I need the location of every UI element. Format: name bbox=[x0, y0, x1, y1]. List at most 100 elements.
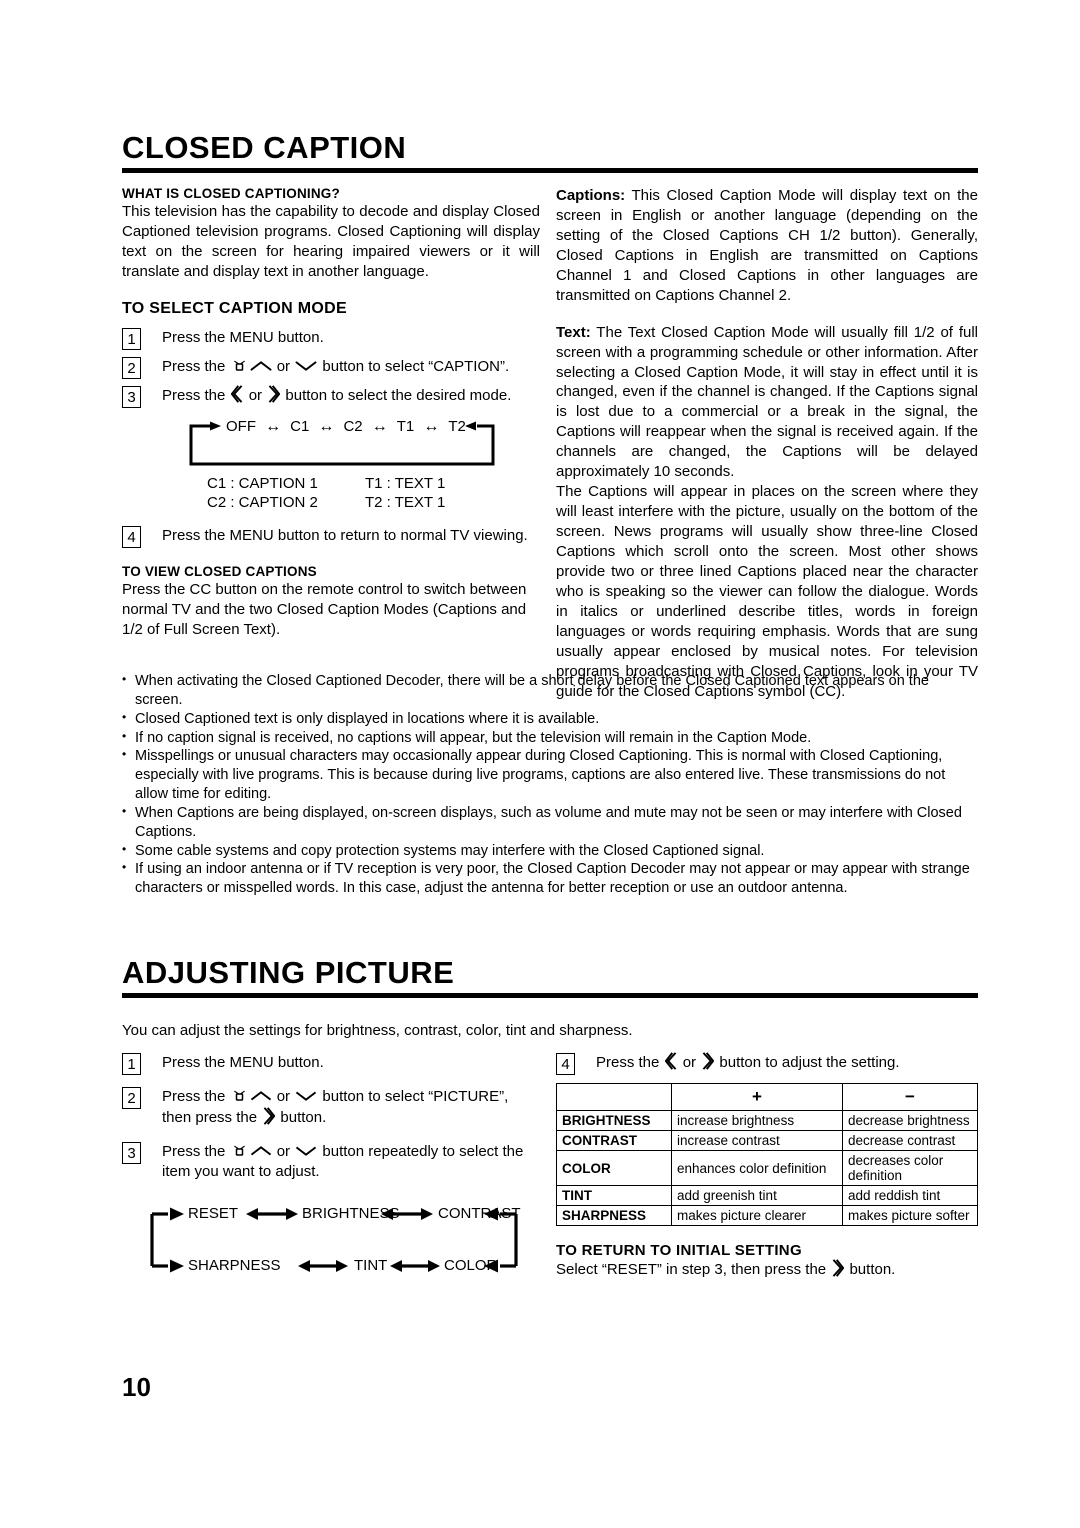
step-2-select-mode: 2 Press the or button to select “CAPTION… bbox=[122, 357, 540, 379]
step-4-select-mode: 4 Press the MENU button to return to nor… bbox=[122, 525, 540, 548]
table-cell-plus: increase brightness bbox=[671, 1110, 843, 1132]
table-row-label: BRIGHTNESS bbox=[556, 1110, 672, 1132]
step-text-mid: or bbox=[272, 1142, 295, 1160]
table-header-minus: − bbox=[842, 1083, 978, 1112]
chevron-right-icon bbox=[831, 1258, 845, 1278]
step-text-after: button repeatedly to select the bbox=[318, 1142, 524, 1160]
table-cell-plus: add greenish tint bbox=[671, 1185, 843, 1207]
chevron-left-icon bbox=[230, 384, 244, 404]
step-2-adjust: 2 Press the or button to select “PICTURE… bbox=[122, 1087, 540, 1128]
table-header-plus: + bbox=[671, 1083, 843, 1112]
tv-icon bbox=[232, 1088, 247, 1103]
what-is-cc-heading: WHAT IS CLOSED CAPTIONING? bbox=[122, 186, 340, 201]
step-text-after: button to select the desired mode. bbox=[281, 387, 512, 405]
list-item: When Captions are being displayed, on-sc… bbox=[122, 804, 978, 842]
list-item: If no caption signal is received, no cap… bbox=[122, 729, 978, 748]
table-row: COLOR enhances color definition decrease… bbox=[556, 1150, 978, 1187]
select-caption-mode-heading: TO SELECT CAPTION MODE bbox=[122, 299, 347, 317]
legend-row: C2 : CAPTION 2 T2 : TEXT 1 bbox=[207, 493, 540, 512]
table-cell-minus: add reddish tint bbox=[842, 1185, 978, 1207]
flow-label-reset: RESET bbox=[188, 1205, 239, 1223]
view-cc-body: Press the CC button on the remote contro… bbox=[122, 581, 527, 638]
reset-text-after: button. bbox=[845, 1261, 896, 1279]
list-item: Misspellings or unusual characters may o… bbox=[122, 747, 978, 804]
adjusting-picture-left-column: 1 Press the MENU button. 2 Press the or … bbox=[122, 1053, 540, 1280]
step-1-adjust: 1 Press the MENU button. bbox=[122, 1053, 540, 1075]
table-row: BRIGHTNESS increase brightness decrease … bbox=[556, 1110, 978, 1132]
step-line2-before: then press the bbox=[162, 1108, 262, 1126]
flow-item-t1: T1 bbox=[396, 418, 415, 435]
step-text: Press the MENU button. bbox=[162, 328, 324, 346]
page-title-closed-caption: CLOSED CAPTION bbox=[122, 130, 407, 165]
step-text-before: Press the bbox=[162, 358, 230, 375]
title-rule bbox=[122, 167, 978, 173]
chevron-down-icon bbox=[295, 1144, 317, 1158]
return-initial-setting-body: Select “RESET” in step 3, then press the… bbox=[556, 1258, 978, 1279]
manual-page: CLOSED CAPTION WHAT IS CLOSED CAPTIONING… bbox=[0, 0, 1080, 1528]
table-row: CONTRAST increase contrast decrease cont… bbox=[556, 1130, 978, 1152]
step-text: Press the MENU button. bbox=[162, 1054, 324, 1071]
tv-icon bbox=[232, 1143, 247, 1158]
return-initial-setting-heading: TO RETURN TO INITIAL SETTING bbox=[556, 1242, 802, 1260]
picture-item-flow-diagram: RESET BRIGHTNESS CONTRAST SHARPNESS TINT… bbox=[144, 1196, 524, 1280]
reset-text-before: Select “RESET” in step 3, then press the bbox=[556, 1261, 831, 1279]
table-row-label: COLOR bbox=[556, 1150, 672, 1187]
step-line2: item you want to adjust. bbox=[162, 1163, 320, 1180]
table-cell-plus: enhances color definition bbox=[671, 1150, 843, 1187]
step-number: 2 bbox=[122, 357, 141, 379]
flow-item-t2: T2 bbox=[448, 418, 466, 435]
adjusting-picture-intro: You can adjust the settings for brightne… bbox=[122, 1022, 633, 1039]
table-corner-cell bbox=[556, 1083, 672, 1112]
flow-label-brightness: BRIGHTNESS bbox=[302, 1205, 400, 1223]
chevron-right-icon bbox=[262, 1106, 276, 1126]
chevron-up-icon bbox=[250, 359, 272, 373]
flow-label-sharpness: SHARPNESS bbox=[188, 1257, 281, 1275]
chevron-down-icon bbox=[295, 359, 317, 373]
flow-label-color: COLOR bbox=[444, 1257, 498, 1275]
legend-c1: C1 : CAPTION 1 bbox=[207, 474, 318, 492]
step-1-select-mode: 1 Press the MENU button. bbox=[122, 327, 540, 350]
tv-icon bbox=[232, 358, 247, 373]
chevron-down-icon bbox=[295, 1089, 317, 1103]
table-cell-plus: increase contrast bbox=[671, 1130, 843, 1152]
step-text-mid: or bbox=[678, 1054, 701, 1071]
flow-arrow: ↔ bbox=[265, 417, 282, 435]
page-title-adjusting-picture: ADJUSTING PICTURE bbox=[122, 955, 455, 990]
step-text: Press the MENU button to return to norma… bbox=[162, 526, 528, 544]
legend-t1: T1 : TEXT 1 bbox=[365, 474, 446, 492]
text-label: Text: bbox=[556, 323, 591, 341]
legend-t2: T2 : TEXT 1 bbox=[365, 493, 446, 511]
flow-arrow: ↔ bbox=[371, 417, 388, 435]
step-text-after: button to adjust the setting. bbox=[715, 1054, 900, 1071]
step-text-mid: or bbox=[272, 1088, 295, 1106]
captions-label: Captions: bbox=[556, 187, 626, 204]
step-3-adjust: 3 Press the or button repeatedly to sele… bbox=[122, 1141, 540, 1183]
chevron-left-icon bbox=[664, 1051, 678, 1071]
table-cell-minus: decrease contrast bbox=[842, 1130, 978, 1152]
table-row-label: CONTRAST bbox=[556, 1130, 672, 1152]
step-4-adjust: 4 Press the or button to adjust the sett… bbox=[556, 1051, 978, 1075]
flow-arrow: ↔ bbox=[318, 417, 335, 435]
step-text-before: Press the bbox=[162, 1088, 230, 1106]
text-paragraph: Text: The Text Closed Caption Mode will … bbox=[556, 323, 978, 483]
step-text-mid: or bbox=[272, 358, 295, 375]
list-item: Some cable systems and copy protection s… bbox=[122, 842, 978, 861]
step-number: 1 bbox=[122, 1053, 141, 1075]
flow-label-contrast: CONTRAST bbox=[438, 1205, 521, 1223]
chevron-right-icon bbox=[701, 1051, 715, 1071]
list-item: When activating the Closed Captioned Dec… bbox=[122, 672, 978, 710]
step-number: 2 bbox=[122, 1087, 141, 1110]
table-row: SHARPNESS makes picture clearer makes pi… bbox=[556, 1205, 978, 1227]
step-text-before: Press the bbox=[596, 1054, 664, 1071]
what-is-cc-body: This television has the capability to de… bbox=[122, 203, 540, 280]
step-text-before: Press the bbox=[162, 387, 230, 405]
step-number: 1 bbox=[122, 327, 141, 350]
captions-paragraph: Captions: This Closed Caption Mode will … bbox=[556, 186, 978, 306]
step-line2-after: button. bbox=[276, 1108, 327, 1126]
table-cell-minus: makes picture softer bbox=[842, 1205, 978, 1227]
step-text-before: Press the bbox=[162, 1142, 230, 1160]
step-number: 3 bbox=[122, 1141, 141, 1164]
table-cell-plus: makes picture clearer bbox=[671, 1205, 843, 1227]
picture-adjust-table: + − BRIGHTNESS increase brightness decre… bbox=[556, 1083, 978, 1227]
flow-label-tint: TINT bbox=[354, 1257, 388, 1275]
